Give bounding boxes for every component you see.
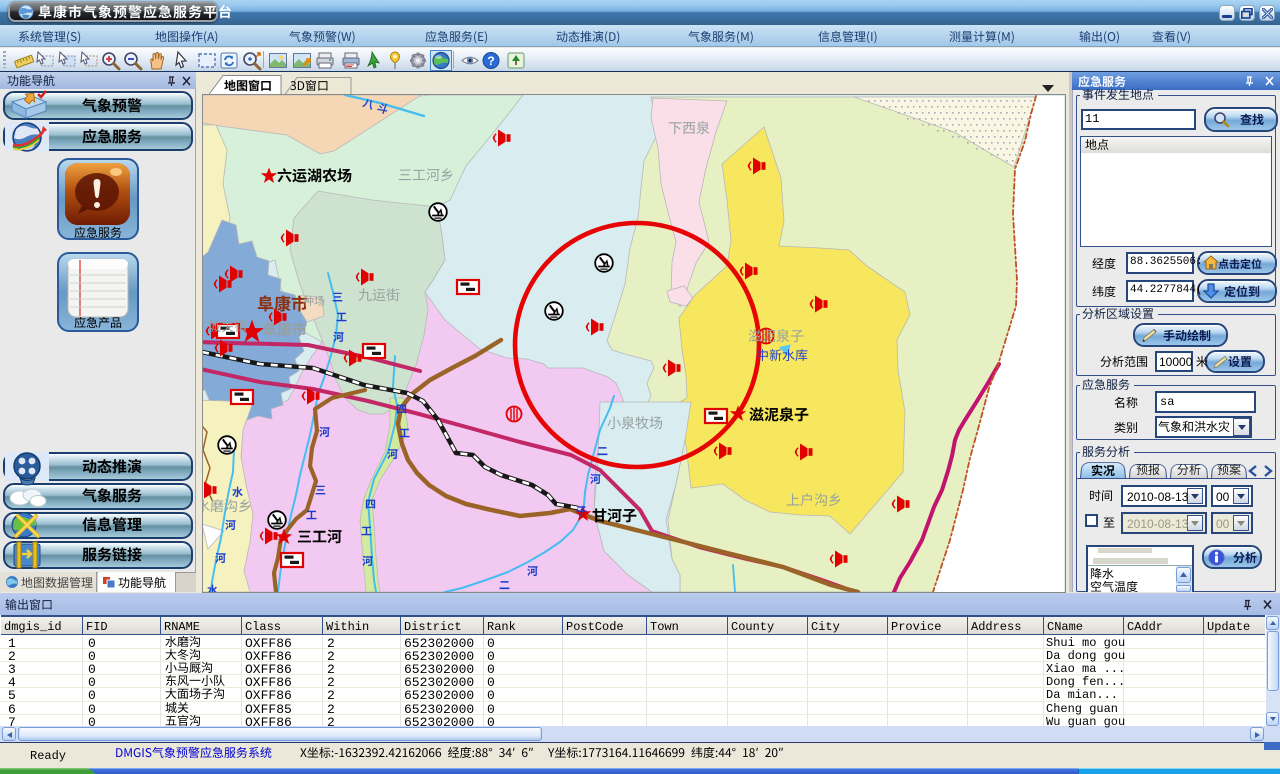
svg-text:?: ?	[487, 54, 494, 68]
